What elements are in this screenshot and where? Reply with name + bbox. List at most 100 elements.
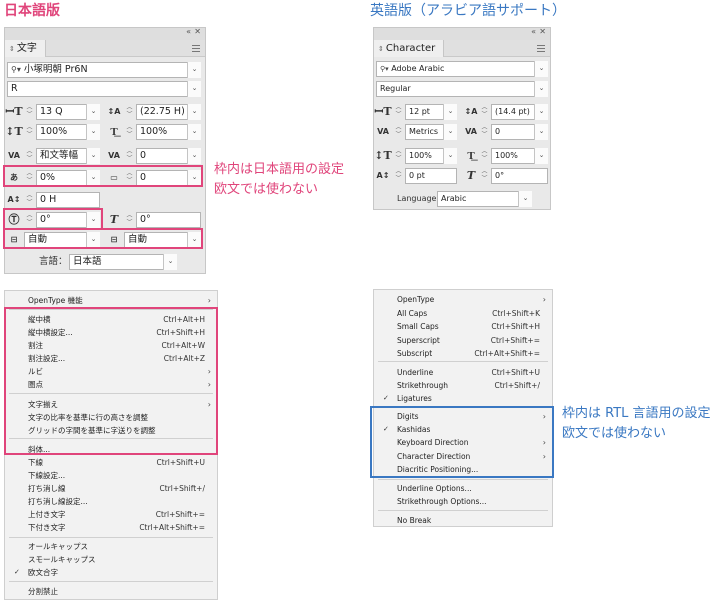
- en-menu-item[interactable]: Small Caps Ctrl+Shift+H: [374, 320, 552, 333]
- ja-menu-item[interactable]: 打ち消し線 Ctrl+Shift+/: [5, 482, 217, 495]
- ja-menu-item[interactable]: ✓ 欧文合字: [5, 566, 217, 579]
- chevron-down-icon[interactable]: ⌄: [443, 104, 457, 120]
- chevron-down-icon[interactable]: ⌄: [534, 104, 548, 120]
- ja-menu-item[interactable]: 打ち消し線設定...: [5, 495, 217, 508]
- menu-item-label: 下線設定...: [28, 471, 66, 480]
- menu-separator: [9, 581, 213, 582]
- menu-item-shortcut: Ctrl+Shift+/: [494, 381, 541, 390]
- chevron-down-icon[interactable]: ⌄: [534, 61, 548, 77]
- font-size-icon: ꟷT: [5, 105, 23, 118]
- menu-item-label: OpenType 機能: [28, 296, 83, 305]
- panel-menu-icon[interactable]: [192, 45, 200, 52]
- ja-menu-item[interactable]: スモールキャップス: [5, 553, 217, 566]
- stepper-icon[interactable]: ︿ ﹀: [479, 168, 490, 184]
- stepper-icon[interactable]: ︿ ﹀: [393, 148, 404, 164]
- en-menu-item[interactable]: OpenType ›: [374, 293, 552, 306]
- close-icon[interactable]: ✕: [539, 27, 546, 36]
- ja-font-family-field[interactable]: ⚲▾ 小塚明朝 Pr6N: [7, 62, 201, 78]
- chevron-down-icon[interactable]: ⌄: [187, 62, 201, 78]
- submenu-arrow-icon: ›: [542, 295, 546, 304]
- ja-menu-item[interactable]: 下線設定...: [5, 469, 217, 482]
- highlight-ja-menu-items: [4, 307, 218, 455]
- ja-menu-item[interactable]: 下付き文字 Ctrl+Alt+Shift+=: [5, 521, 217, 534]
- stepper-icon[interactable]: ︿ ﹀: [393, 104, 404, 120]
- en-menu-item[interactable]: All Caps Ctrl+Shift+K: [374, 307, 552, 320]
- menu-item-label: オールキャップス: [28, 542, 88, 551]
- horizontal-scale-icon: T͟: [110, 125, 118, 138]
- menu-item-label: Subscript: [397, 349, 433, 358]
- en-font-style-field[interactable]: Regular: [376, 81, 548, 97]
- en-menu-item[interactable]: Subscript Ctrl+Alt+Shift+=: [374, 347, 552, 360]
- chevron-down-icon[interactable]: ⌄: [187, 81, 201, 97]
- stepper-icon[interactable]: ︿ ﹀: [124, 148, 135, 164]
- en-menu-item[interactable]: No Break: [374, 514, 552, 527]
- stepper-icon[interactable]: ︿ ﹀: [124, 104, 135, 120]
- en-menu-item[interactable]: Superscript Ctrl+Shift+=: [374, 334, 552, 347]
- chevron-down-icon[interactable]: ⌄: [86, 148, 100, 164]
- en-menu-item[interactable]: Underline Ctrl+Shift+U: [374, 366, 552, 379]
- highlight-ja-tsume-row: [3, 165, 203, 187]
- menu-item-label: 打ち消し線設定...: [28, 497, 88, 506]
- ja-menu-item[interactable]: 分割禁止: [5, 585, 217, 598]
- search-icon: ⚲▾: [11, 65, 21, 74]
- menu-item-shortcut: Ctrl+Shift+/: [159, 484, 206, 493]
- en-font-family-field[interactable]: ⚲▾ Adobe Arabic: [376, 61, 548, 77]
- stepper-icon[interactable]: ︿ ﹀: [24, 148, 35, 164]
- en-skew-field[interactable]: 0°: [491, 168, 548, 184]
- ja-font-style-field[interactable]: R: [7, 81, 201, 97]
- ja-menu-item[interactable]: OpenType 機能 ›: [5, 294, 217, 307]
- chevron-down-icon[interactable]: ⌄: [86, 124, 100, 140]
- chevron-down-icon[interactable]: ⌄: [86, 104, 100, 120]
- menu-item-label: Strikethrough: [397, 381, 449, 390]
- menu-item-label: Small Caps: [397, 322, 439, 331]
- stepper-icon[interactable]: ︿ ﹀: [124, 124, 135, 140]
- search-icon: ⚲▾: [380, 65, 389, 73]
- collapse-icon[interactable]: «: [186, 27, 191, 36]
- stepper-icon[interactable]: ︿ ﹀: [393, 124, 404, 140]
- stepper-icon[interactable]: ︿ ﹀: [393, 168, 404, 184]
- menu-item-label: スモールキャップス: [28, 555, 96, 564]
- ja-tab-character[interactable]: ⇕ 文字: [5, 40, 46, 57]
- chevron-down-icon[interactable]: ⌄: [534, 124, 548, 140]
- en-menu-item[interactable]: ✓ Ligatures: [374, 392, 552, 405]
- chevron-down-icon[interactable]: ⌄: [443, 148, 457, 164]
- stepper-icon[interactable]: ︿ ﹀: [24, 124, 35, 140]
- ja-baseline-shift-field[interactable]: 0 H: [36, 192, 100, 208]
- en-menu-item[interactable]: Underline Options...: [374, 482, 552, 495]
- chevron-down-icon[interactable]: ⌄: [187, 148, 201, 164]
- menu-item-label: No Break: [397, 516, 432, 525]
- ja-language-field[interactable]: 日本語: [69, 254, 177, 270]
- en-menu-item[interactable]: Strikethrough Ctrl+Shift+/: [374, 379, 552, 392]
- ja-menu-item[interactable]: 下線 Ctrl+Shift+U: [5, 456, 217, 469]
- stepper-icon[interactable]: ︿ ﹀: [24, 192, 35, 208]
- stepper-icon[interactable]: ︿ ﹀: [124, 212, 135, 228]
- ja-menu-item[interactable]: 上付き文字 Ctrl+Shift+=: [5, 508, 217, 521]
- tracking-icon: VA: [465, 127, 477, 136]
- font-size-icon: ꟷT: [374, 105, 392, 118]
- chevron-down-icon[interactable]: ⌄: [443, 124, 457, 140]
- chevron-down-icon[interactable]: ⌄: [518, 191, 532, 207]
- en-menu-item[interactable]: Strikethrough Options...: [374, 495, 552, 508]
- menu-separator: [378, 479, 548, 480]
- expand-arrows-icon: ⇕: [378, 45, 384, 53]
- chevron-down-icon[interactable]: ⌄: [534, 148, 548, 164]
- menu-item-label: All Caps: [397, 309, 428, 318]
- collapse-icon[interactable]: «: [531, 27, 536, 36]
- menu-item-label: 欧文合字: [28, 568, 58, 577]
- chevron-down-icon[interactable]: ⌄: [163, 254, 177, 270]
- ja-skew-field[interactable]: 0°: [136, 212, 201, 228]
- chevron-down-icon[interactable]: ⌄: [534, 81, 548, 97]
- en-baseline-shift-field[interactable]: 0 pt: [405, 168, 457, 184]
- close-icon[interactable]: ✕: [194, 27, 201, 36]
- stepper-icon[interactable]: ︿ ﹀: [24, 104, 35, 120]
- chevron-down-icon[interactable]: ⌄: [187, 104, 201, 120]
- en-tab-character[interactable]: ⇕ Character: [374, 40, 445, 57]
- heading-english-version: 英語版（アラビア語サポート）: [370, 3, 566, 19]
- ja-menu-item[interactable]: オールキャップス: [5, 540, 217, 553]
- stepper-icon[interactable]: ︿ ﹀: [479, 148, 490, 164]
- stepper-icon[interactable]: ︿ ﹀: [479, 124, 490, 140]
- menu-item-label: 下付き文字: [28, 523, 66, 532]
- stepper-icon[interactable]: ︿ ﹀: [479, 104, 490, 120]
- chevron-down-icon[interactable]: ⌄: [187, 124, 201, 140]
- panel-menu-icon[interactable]: [537, 45, 545, 52]
